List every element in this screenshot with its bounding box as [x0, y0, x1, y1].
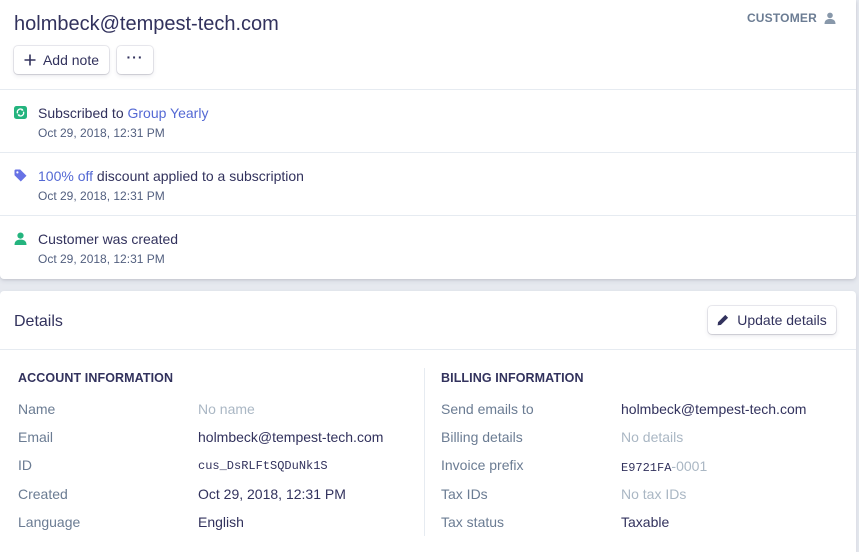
- customer-id-value: cus_DsRLFtSQDuNk1S: [198, 459, 328, 473]
- id-label: ID: [18, 457, 32, 473]
- timeline-event-text: Customer was created: [38, 231, 179, 247]
- account-information-heading: ACCOUNT INFORMATION: [18, 371, 174, 385]
- tag-icon: [14, 169, 27, 182]
- timeline-event-date: Oct 29, 2018, 12:31 PM: [38, 189, 165, 203]
- person-icon: [824, 12, 836, 24]
- timeline-event-date: Oct 29, 2018, 12:31 PM: [38, 252, 165, 266]
- pencil-icon: [717, 314, 729, 326]
- invoice-prefix-value: E9721FA-0001: [621, 458, 707, 475]
- timeline-event-text: Subscribed to Group Yearly: [38, 105, 208, 121]
- tax-status-value: Taxable: [621, 514, 670, 530]
- name-value: No name: [198, 401, 255, 417]
- details-card: Details Update details ACCOUNT INFORMATI…: [0, 291, 856, 552]
- plus-icon: [24, 54, 36, 66]
- invoice-prefix-code: E9721FA: [621, 461, 672, 475]
- more-actions-button[interactable]: ···: [117, 46, 153, 74]
- add-note-label: Add note: [42, 52, 100, 68]
- timeline-event-date: Oct 29, 2018, 12:31 PM: [38, 126, 165, 140]
- email-label: Email: [18, 429, 54, 445]
- details-header: Details Update details: [0, 291, 856, 350]
- send-emails-label: Send emails to: [441, 401, 534, 417]
- column-divider: [424, 368, 425, 536]
- timeline-event-subscribed: Subscribed to Group Yearly Oct 29, 2018,…: [0, 89, 856, 152]
- discount-link[interactable]: 100% off: [38, 168, 93, 184]
- add-note-button[interactable]: Add note: [14, 46, 109, 74]
- user-icon: [14, 232, 27, 245]
- email-value: holmbeck@tempest-tech.com: [198, 429, 384, 445]
- update-details-label: Update details: [737, 312, 827, 328]
- timeline-event-discount: 100% off discount applied to a subscript…: [0, 152, 856, 215]
- subscription-plan-link[interactable]: Group Yearly: [128, 105, 209, 121]
- customer-role-badge: CUSTOMER: [747, 11, 836, 25]
- update-details-button[interactable]: Update details: [708, 306, 836, 334]
- role-label: CUSTOMER: [746, 11, 817, 25]
- timeline-event-text: 100% off discount applied to a subscript…: [38, 168, 304, 184]
- tax-ids-value: No tax IDs: [621, 486, 687, 502]
- tax-status-label: Tax status: [441, 514, 505, 530]
- language-label: Language: [18, 514, 81, 530]
- billing-information-heading: BILLING INFORMATION: [441, 371, 584, 385]
- tax-ids-label: Tax IDs: [441, 486, 488, 502]
- invoice-prefix-suffix: -0001: [671, 458, 708, 474]
- event-prefix: Subscribed to: [38, 105, 128, 121]
- customer-header-card: holmbeck@tempest-tech.com CUSTOMER Add n…: [0, 0, 856, 279]
- subscription-icon: [14, 106, 27, 119]
- send-emails-value: holmbeck@tempest-tech.com: [621, 401, 807, 417]
- created-label: Created: [18, 486, 68, 502]
- invoice-prefix-label: Invoice prefix: [441, 457, 524, 473]
- more-label: ···: [126, 49, 144, 65]
- created-value: Oct 29, 2018, 12:31 PM: [198, 486, 346, 502]
- timeline-event-created: Customer was created Oct 29, 2018, 12:31…: [0, 215, 856, 278]
- customer-email-title: holmbeck@tempest-tech.com: [14, 13, 279, 35]
- name-label: Name: [18, 401, 56, 417]
- billing-details-value: No details: [621, 429, 684, 445]
- billing-details-label: Billing details: [441, 429, 523, 445]
- language-value: English: [198, 514, 244, 530]
- details-title: Details: [14, 313, 63, 330]
- event-suffix: discount applied to a subscription: [93, 168, 304, 184]
